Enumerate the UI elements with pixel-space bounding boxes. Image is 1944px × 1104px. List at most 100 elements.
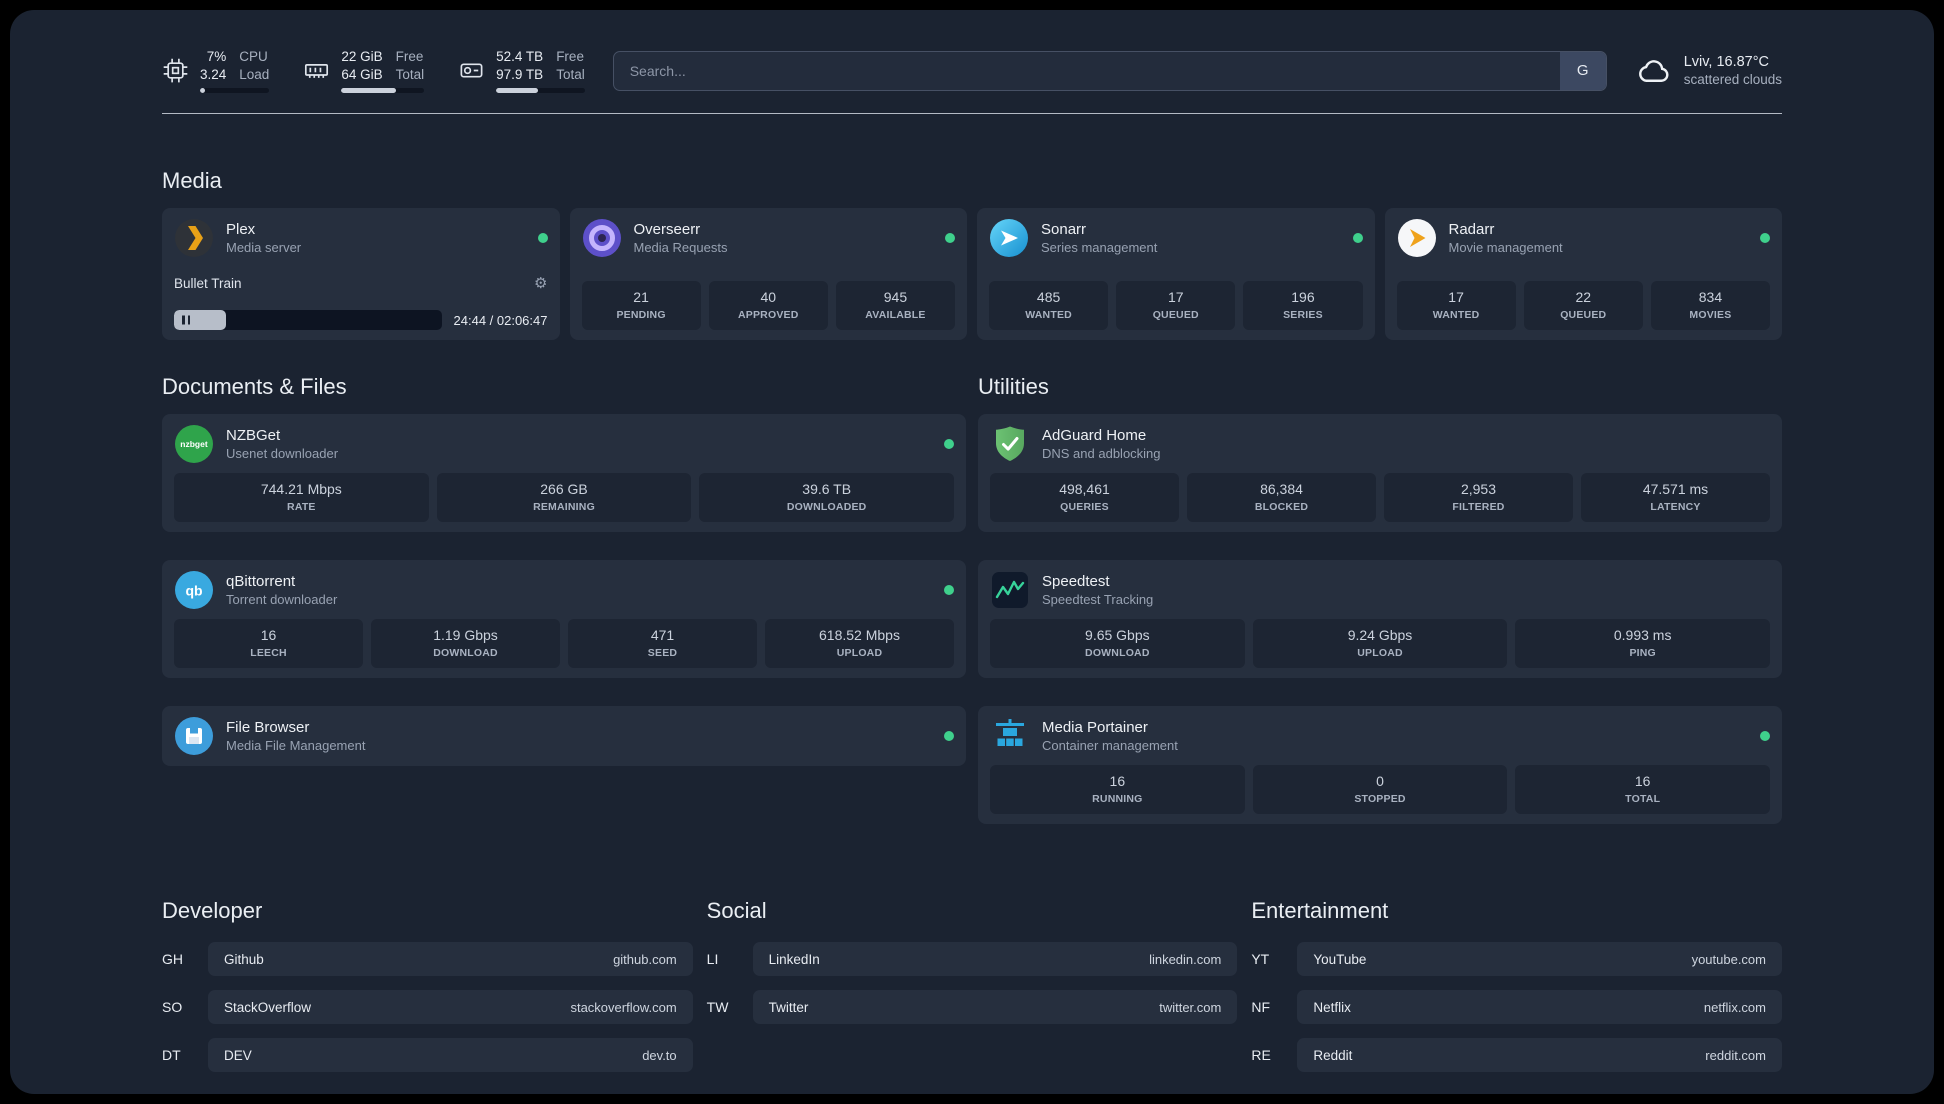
cpu-widget: 7% 3.24 CPU Load (162, 48, 270, 94)
cpu-load-value: 3.24 (200, 66, 227, 82)
pause-icon[interactable] (182, 315, 190, 325)
bookmark-abbr: LI (706, 951, 719, 968)
cpu-percent: 7% (206, 49, 227, 64)
stat-series: 196 SERIES (1243, 281, 1363, 331)
service-card-plex[interactable]: Plex Media server Bullet Train ⚙ 24:44 /… (162, 208, 560, 341)
service-description: Speedtest Tracking (1042, 592, 1154, 608)
dashboard-frame: 7% 3.24 CPU Load 22 GiB 64 GiB Free Tota… (10, 10, 1934, 1094)
service-name: File Browser (226, 719, 310, 737)
stat-wanted: 485 WANTED (989, 281, 1109, 331)
stat-remaining: 266 GB REMAINING (436, 473, 692, 523)
system-resources: 7% 3.24 CPU Load 22 GiB 64 GiB Free Tota… (162, 48, 585, 94)
stat-download: 1.19 Gbps DOWNLOAD (371, 619, 560, 669)
bookmark-group-title: Entertainment (1251, 898, 1389, 924)
nzbget-icon: nzbget (174, 424, 214, 464)
playback-progress-bar[interactable] (174, 310, 442, 331)
service-card-radarr[interactable]: Radarr Movie management 17 WANTED 22 QUE… (1384, 208, 1782, 341)
service-card-portainer[interactable]: Media Portainer Container management 16 … (978, 706, 1782, 825)
service-card-qbittorrent[interactable]: qb qBittorrent Torrent downloader 16 LEE… (162, 560, 966, 679)
bookmark-row: NF Netflix netflix.com (1251, 990, 1782, 1025)
stat-total: 16 TOTAL (1515, 765, 1771, 815)
bookmark-row: LI LinkedIn linkedin.com (706, 942, 1238, 977)
bookmark-group-developer: Developer GH Github github.com SO StackO… (162, 898, 693, 1086)
radarr-icon (1397, 218, 1437, 258)
service-card-speedtest[interactable]: Speedtest Speedtest Tracking 9.65 Gbps D… (978, 560, 1782, 679)
service-card-adguard[interactable]: AdGuard Home DNS and adblocking 498,461 … (978, 414, 1782, 533)
service-card-sonarr[interactable]: Sonarr Series management 485 WANTED 17 Q… (977, 208, 1375, 341)
disk-total-value: 97.9 TB (496, 66, 544, 82)
bookmark-abbr: YT (1251, 951, 1270, 968)
plex-icon (174, 218, 214, 258)
now-playing-title: Bullet Train (174, 275, 242, 291)
bookmark-link-twitter[interactable]: Twitter twitter.com (752, 990, 1238, 1025)
stat-approved: 40 APPROVED (708, 281, 828, 331)
bookmark-group-title: Social (706, 898, 767, 924)
bookmark-link-reddit[interactable]: Reddit reddit.com (1297, 1038, 1782, 1073)
weather-location: Lviv, 16.87°C (1683, 54, 1770, 71)
media-player: 24:44 / 02:06:47 (174, 310, 548, 331)
service-card-filebrowser[interactable]: File Browser Media File Management (162, 706, 966, 767)
cpu-load-label: Load (239, 66, 270, 82)
section-media: Media Plex Media server Bullet Train ⚙ 2… (162, 168, 1782, 341)
bookmark-row: TW Twitter twitter.com (707, 990, 1238, 1025)
bookmark-abbr: SO (162, 999, 183, 1016)
stat-latency: 47.571 ms LATENCY (1581, 473, 1770, 523)
stat-running: 16 RUNNING (990, 765, 1245, 815)
service-description: DNS and adblocking (1042, 446, 1161, 462)
memory-widget: 22 GiB 64 GiB Free Total (303, 48, 425, 94)
disk-free-value: 52.4 TB (496, 49, 544, 64)
qbittorrent-icon: qb (174, 570, 214, 610)
cpu-chip-icon (162, 57, 189, 84)
cpu-label: CPU (239, 49, 268, 64)
search-input[interactable] (613, 51, 1560, 90)
section-title-documents: Documents & Files (162, 374, 347, 400)
memory-total-label: Total (395, 66, 425, 82)
service-name: Overseerr (633, 221, 701, 239)
bookmark-row: SO StackOverflow stackoverflow.com (162, 990, 693, 1025)
service-name: Media Portainer (1042, 719, 1148, 737)
disk-total-label: Total (556, 66, 585, 82)
adguard-shield-icon (990, 424, 1030, 464)
bookmark-link-netflix[interactable]: Netflix netflix.com (1297, 990, 1782, 1025)
stat-seed: 471 SEED (568, 619, 757, 669)
stat-ping: 0.993 ms PING (1515, 619, 1771, 669)
section-utilities: Utilities AdGuard Home DNS and adblockin… (978, 374, 1782, 825)
service-description: Usenet downloader (226, 446, 339, 462)
bookmark-link-github[interactable]: Github github.com (208, 942, 693, 977)
service-name: Radarr (1448, 221, 1495, 239)
stat-queued: 22 QUEUED (1523, 281, 1643, 331)
stat-available: 945 AVAILABLE (835, 281, 956, 331)
section-title-utilities: Utilities (978, 374, 1049, 400)
stat-upload: 618.52 Mbps UPLOAD (765, 619, 954, 669)
section-title-media: Media (162, 168, 222, 194)
bookmark-link-dev[interactable]: DEV dev.to (208, 1038, 693, 1073)
status-online-dot (1352, 233, 1363, 244)
search-provider-button[interactable]: G (1559, 51, 1606, 90)
bookmark-link-linkedin[interactable]: LinkedIn linkedin.com (752, 942, 1238, 977)
bookmark-link-youtube[interactable]: YouTube youtube.com (1297, 942, 1782, 977)
stat-pending: 21 PENDING (581, 281, 701, 331)
cpu-usage-bar (200, 88, 270, 94)
filebrowser-icon (174, 716, 214, 756)
status-online-dot (945, 233, 955, 244)
overseerr-icon (582, 218, 622, 258)
service-name: Sonarr (1041, 221, 1087, 239)
service-card-nzbget[interactable]: nzbget NZBGet Usenet downloader 744.21 M… (162, 414, 966, 533)
top-bar: 7% 3.24 CPU Load 22 GiB 64 GiB Free Tota… (162, 48, 1782, 94)
bookmark-group-title: Developer (162, 898, 263, 924)
topbar-divider (162, 113, 1782, 115)
stat-stopped: 0 STOPPED (1252, 765, 1508, 815)
stat-blocked: 86,384 BLOCKED (1187, 473, 1376, 523)
weather-widget: Lviv, 16.87°C scattered clouds (1635, 53, 1782, 89)
bookmark-row: GH Github github.com (162, 942, 693, 977)
service-card-overseerr[interactable]: Overseerr Media Requests 21 PENDING 40 A… (569, 208, 967, 341)
bookmark-abbr: GH (162, 951, 183, 968)
weather-condition: scattered clouds (1683, 72, 1782, 88)
memory-usage-bar (341, 88, 425, 94)
stat-filtered: 2,953 FILTERED (1384, 473, 1573, 523)
bookmark-abbr: NF (1251, 999, 1270, 1016)
bookmark-link-stackoverflow[interactable]: StackOverflow stackoverflow.com (208, 990, 693, 1025)
service-description: Media server (226, 240, 302, 256)
settings-gear-icon[interactable]: ⚙ (534, 276, 547, 291)
svg-text:nzbget: nzbget (180, 439, 208, 449)
